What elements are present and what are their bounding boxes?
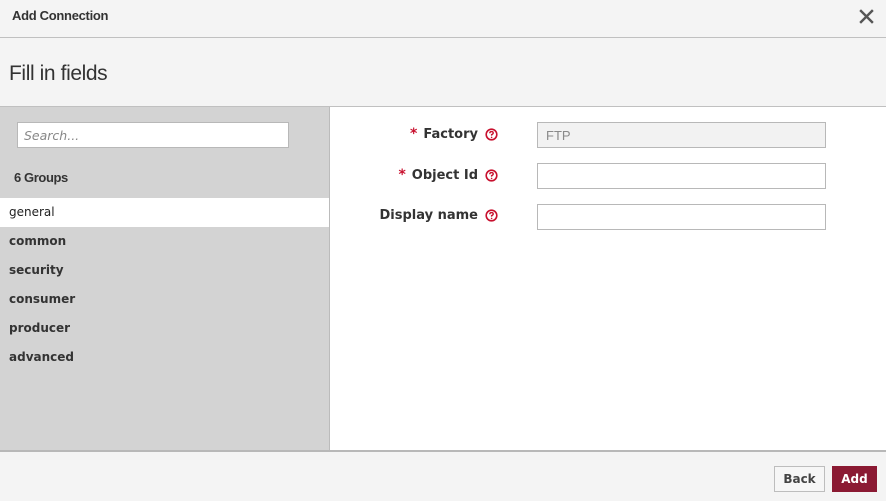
- field-row-object-id: * Object Id: [330, 163, 886, 189]
- dialog-footer: Back Add: [0, 450, 886, 501]
- help-icon[interactable]: [485, 209, 498, 222]
- close-icon: [859, 9, 874, 24]
- group-item-security[interactable]: security: [0, 256, 329, 285]
- group-item-producer[interactable]: producer: [0, 314, 329, 343]
- group-item-common[interactable]: common: [0, 227, 329, 256]
- field-label-factory: * Factory: [410, 126, 498, 142]
- required-marker: *: [410, 126, 418, 142]
- object-id-input[interactable]: [537, 163, 826, 189]
- field-row-factory: * Factory: [330, 122, 886, 148]
- back-button[interactable]: Back: [774, 466, 825, 492]
- groups-sidebar: 6 Groups general common security consume…: [0, 107, 329, 450]
- field-label-object-id: * Object Id: [398, 167, 498, 183]
- dialog-title: Add Connection: [12, 8, 109, 23]
- display-name-input[interactable]: [537, 204, 826, 230]
- field-label-display-name: Display name: [379, 208, 498, 223]
- factory-input[interactable]: [537, 122, 826, 148]
- search-input[interactable]: [17, 122, 289, 148]
- page-title: Fill in fields: [9, 62, 108, 85]
- required-marker: *: [398, 167, 406, 183]
- add-button[interactable]: Add: [832, 466, 877, 492]
- label-text: Object Id: [411, 167, 478, 183]
- help-icon[interactable]: [485, 168, 498, 182]
- label-text: Display name: [379, 208, 478, 223]
- groups-count: 6 Groups: [14, 170, 68, 185]
- field-row-display-name: Display name: [330, 204, 886, 230]
- close-button[interactable]: [858, 6, 876, 26]
- dialog-titlebar: Add Connection: [0, 0, 886, 38]
- dialog-subheader: Fill in fields: [0, 38, 886, 107]
- label-text: Factory: [423, 126, 478, 142]
- help-icon[interactable]: [485, 127, 498, 141]
- group-item-advanced[interactable]: advanced: [0, 343, 329, 372]
- group-item-general[interactable]: general: [0, 198, 329, 227]
- group-list: general common security consumer produce…: [0, 198, 329, 372]
- group-item-consumer[interactable]: consumer: [0, 285, 329, 314]
- form-panel: * Factory * Object Id Display name: [329, 107, 886, 450]
